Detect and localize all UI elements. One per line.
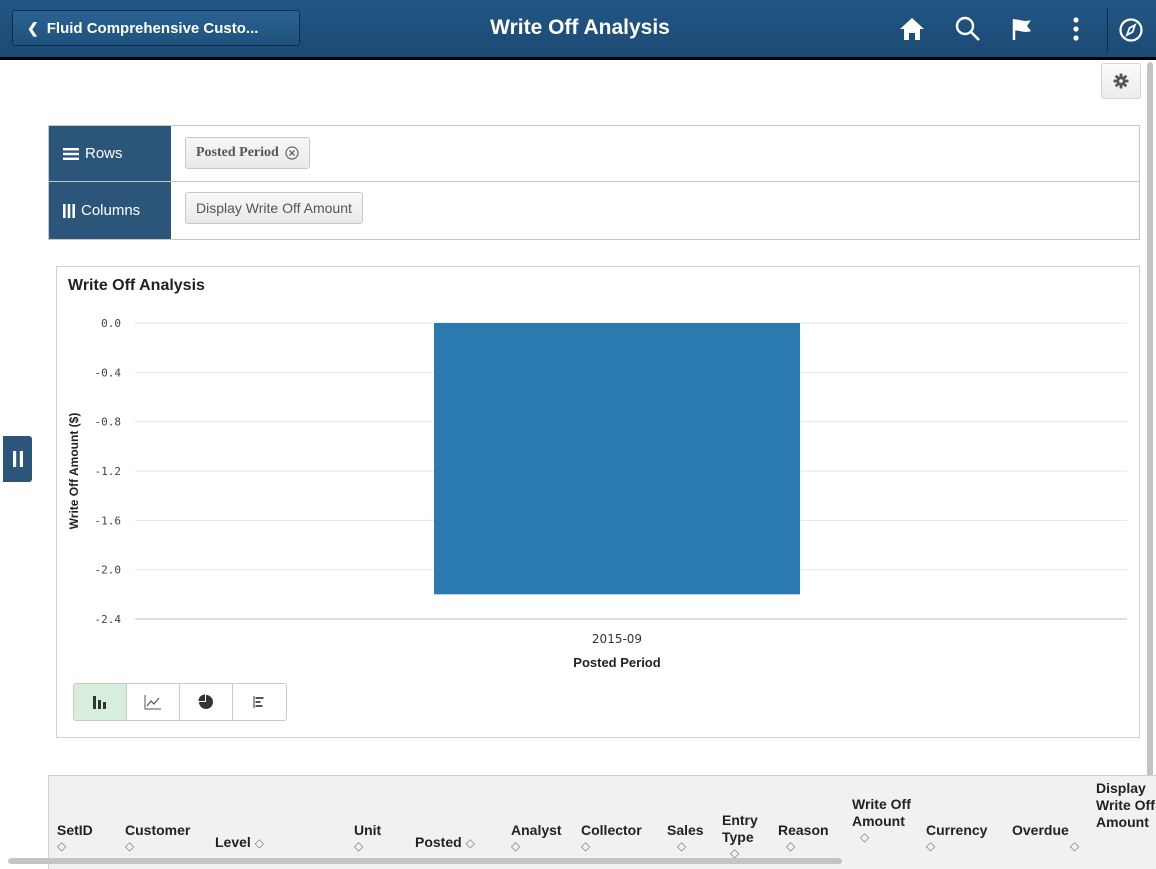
chevron-left-icon: ❮ xyxy=(27,19,39,36)
columns-label-text: Columns xyxy=(81,202,141,219)
horizontal-scrollbar[interactable] xyxy=(8,858,842,864)
horizontal-bar-icon xyxy=(252,696,263,708)
columns-config: Columns Display Write Off Amount xyxy=(49,182,1139,239)
pie-chart-icon xyxy=(198,694,213,709)
column-header-sales[interactable]: Sales ◇ xyxy=(667,822,704,853)
column-header-label: Collector xyxy=(581,822,642,838)
column-header-label: Currency xyxy=(926,822,988,838)
line-chart-icon xyxy=(144,695,161,710)
rows-icon xyxy=(63,147,79,160)
column-header-setid[interactable]: SetID ◇ xyxy=(57,822,93,853)
display-write-off-amount-chip[interactable]: Display Write Off Amount xyxy=(185,192,363,224)
column-header-level[interactable]: Level ◇ xyxy=(215,834,264,852)
sort-icon[interactable]: ◇ xyxy=(852,830,912,844)
column-header-label: Level xyxy=(215,834,251,850)
chart-panel: Write Off Analysis 0.0 -0.4 -0.8 -1.2 -1.6 -2… xyxy=(56,266,1140,738)
y-tick-label: -2.4 xyxy=(95,613,122,626)
bar-chart-icon xyxy=(93,696,106,709)
y-tick-label: -0.8 xyxy=(95,416,122,429)
flag-icon[interactable] xyxy=(1004,11,1040,47)
y-tick-label: -1.6 xyxy=(95,514,122,527)
posted-period-chip[interactable]: Posted Period xyxy=(185,137,310,169)
columns-icon xyxy=(63,203,75,218)
y-axis-label: Write Off Amount ($) xyxy=(67,413,81,530)
column-header-posted[interactable]: Posted ◇ xyxy=(415,834,475,852)
column-header-label: Sales xyxy=(667,822,704,838)
results-grid: SetID ◇ Customer ◇ Level ◇ Unit ◇ Posted… xyxy=(48,775,1156,869)
rows-config: Rows Posted Period xyxy=(49,126,1139,182)
gear-icon xyxy=(1113,73,1129,89)
column-header-label: Reason xyxy=(778,822,829,838)
column-header-label: Display Write Off Amount xyxy=(1096,780,1155,830)
sort-icon[interactable]: ◇ xyxy=(778,839,829,853)
column-header-collector[interactable]: Collector ◇ xyxy=(581,822,642,853)
column-header-label: SetID xyxy=(57,822,93,838)
rows-label[interactable]: Rows xyxy=(49,126,171,181)
pie-chart-button[interactable] xyxy=(180,684,233,720)
sort-icon[interactable]: ◇ xyxy=(1012,839,1079,853)
column-header-overdue[interactable]: Overdue ◇ xyxy=(1012,822,1079,853)
column-header-analyst[interactable]: Analyst ◇ xyxy=(511,822,562,853)
back-button-label: Fluid Comprehensive Custo... xyxy=(46,19,259,37)
y-tick-label: -0.4 xyxy=(95,366,122,379)
sort-icon[interactable]: ◇ xyxy=(354,839,381,853)
column-header-label: Customer xyxy=(125,822,191,838)
sort-icon[interactable]: ◇ xyxy=(511,839,562,853)
column-header-reason[interactable]: Reason ◇ xyxy=(778,822,829,853)
sort-icon[interactable]: ◇ xyxy=(57,839,93,853)
line-chart-button[interactable] xyxy=(127,684,180,720)
display-write-off-amount-chip-label: Display Write Off Amount xyxy=(196,200,352,216)
horizontal-bar-chart-button[interactable] xyxy=(233,684,286,720)
vertical-scrollbar-thumb[interactable] xyxy=(1147,62,1153,822)
back-button[interactable]: ❮ Fluid Comprehensive Custo... xyxy=(12,10,300,46)
y-tick-label: 0.0 xyxy=(101,317,121,330)
sort-icon[interactable]: ◇ xyxy=(125,839,190,853)
columns-label[interactable]: Columns xyxy=(49,182,171,239)
app-header: ❮ Fluid Comprehensive Custo... Write Off… xyxy=(0,0,1156,60)
column-header-display-write-off-amount[interactable]: Display Write Off Amount xyxy=(1096,780,1156,831)
sort-icon[interactable]: ◇ xyxy=(466,835,475,852)
vertical-scrollbar[interactable] xyxy=(1146,60,1154,850)
home-icon[interactable] xyxy=(894,11,930,47)
bar-chart-button[interactable] xyxy=(74,684,127,720)
sort-icon[interactable]: ◇ xyxy=(581,839,642,853)
column-header-label: Analyst xyxy=(511,822,562,838)
page-title: Write Off Analysis xyxy=(490,16,670,39)
rows-label-text: Rows xyxy=(85,145,123,162)
column-header-label: Entry Type xyxy=(722,812,758,845)
y-tick-label: -2.0 xyxy=(95,564,122,577)
sort-icon[interactable]: ◇ xyxy=(667,839,704,853)
settings-button[interactable] xyxy=(1101,63,1141,99)
search-icon[interactable] xyxy=(950,11,986,47)
column-header-write-off-amount[interactable]: Write Off Amount ◇ xyxy=(852,796,912,844)
y-tick-label: -1.2 xyxy=(95,465,122,478)
bar-chart: 0.0 -0.4 -0.8 -1.2 -1.6 -2.0 -2.4 2015-09 Posted… xyxy=(67,317,1127,670)
side-panel-toggle[interactable] xyxy=(3,436,32,482)
column-header-entry-type[interactable]: Entry Type ◇ xyxy=(722,812,762,860)
sort-icon[interactable]: ◇ xyxy=(926,839,987,853)
posted-period-chip-label: Posted Period xyxy=(196,145,279,160)
remove-circle-icon[interactable] xyxy=(285,146,299,160)
column-header-currency[interactable]: Currency ◇ xyxy=(926,822,987,853)
header-bar: ❮ Fluid Comprehensive Custo... Write Off… xyxy=(0,0,1156,57)
more-icon[interactable] xyxy=(1058,11,1094,47)
pivot-config-panel: Rows Posted Period Columns Display Write… xyxy=(48,125,1140,240)
page: ❮ Fluid Comprehensive Custo... Write Off… xyxy=(0,0,1156,869)
bar[interactable] xyxy=(434,323,800,595)
column-header-label: Write Off Amount xyxy=(852,796,911,829)
column-header-customer[interactable]: Customer ◇ xyxy=(125,822,190,853)
pause-handle-icon xyxy=(12,451,23,467)
column-header-label: Posted xyxy=(415,834,462,850)
navigator-icon[interactable] xyxy=(1107,8,1153,52)
chart-type-toolbar xyxy=(73,683,287,721)
column-header-label: Overdue xyxy=(1012,822,1069,838)
sort-icon[interactable]: ◇ xyxy=(255,835,264,852)
column-header-unit[interactable]: Unit ◇ xyxy=(354,822,381,853)
column-header-label: Unit xyxy=(354,822,382,838)
x-tick-label: 2015-09 xyxy=(592,632,642,646)
x-axis-label: Posted Period xyxy=(573,655,660,670)
